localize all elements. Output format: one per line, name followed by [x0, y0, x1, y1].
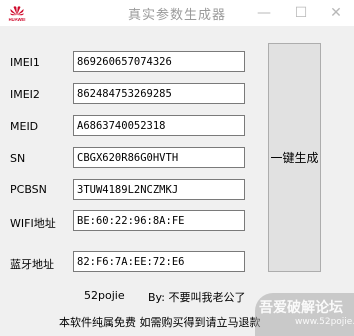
imei2-field[interactable]: 862484753269285	[73, 83, 245, 104]
sn-label: SN	[10, 152, 26, 165]
pcbsn-label: PCBSN	[10, 183, 47, 196]
imei1-label: IMEI1	[10, 56, 40, 69]
watermark-url: www.52pojie.cn	[295, 317, 354, 327]
imei2-label: IMEI2	[10, 88, 40, 101]
imei1-field[interactable]: 869260657074326	[73, 51, 245, 72]
free-notice: 本软件纯属免费 如需购买得到请立马退款	[59, 316, 261, 329]
bluetooth-address-label: 蓝牙地址	[10, 258, 54, 271]
forum-watermark: 吾爱破解论坛 www.52pojie.cn	[255, 293, 354, 336]
title-bar[interactable]: HUAWEI 真实参数生成器 — ☐ ✕	[0, 0, 354, 26]
pcbsn-field[interactable]: 3TUW4189L2NCZMKJ	[73, 179, 245, 200]
bluetooth-address-field[interactable]: 82:F6:7A:EE:72:E6	[73, 251, 245, 272]
maximize-button[interactable]: ☐	[283, 0, 319, 26]
meid-field[interactable]: A6863740052318	[73, 115, 245, 136]
minimize-button[interactable]: —	[246, 0, 282, 26]
app-window: HUAWEI 真实参数生成器 — ☐ ✕ IMEI1 8692606570743…	[0, 0, 354, 336]
wifi-address-label: WIFI地址	[10, 217, 56, 230]
wifi-address-field[interactable]: BE:60:22:96:8A:FE	[73, 210, 245, 231]
meid-label: MEID	[10, 120, 39, 133]
close-button[interactable]: ✕	[318, 0, 354, 26]
author-credit: By: 不要叫我老公了	[148, 291, 246, 304]
watermark-title: 吾爱破解论坛	[259, 300, 343, 316]
sn-field[interactable]: CBGX620R86G0HVTH	[73, 147, 245, 168]
generate-button[interactable]: 一键生成	[268, 43, 321, 272]
site-credit: 52pojie	[84, 289, 125, 302]
